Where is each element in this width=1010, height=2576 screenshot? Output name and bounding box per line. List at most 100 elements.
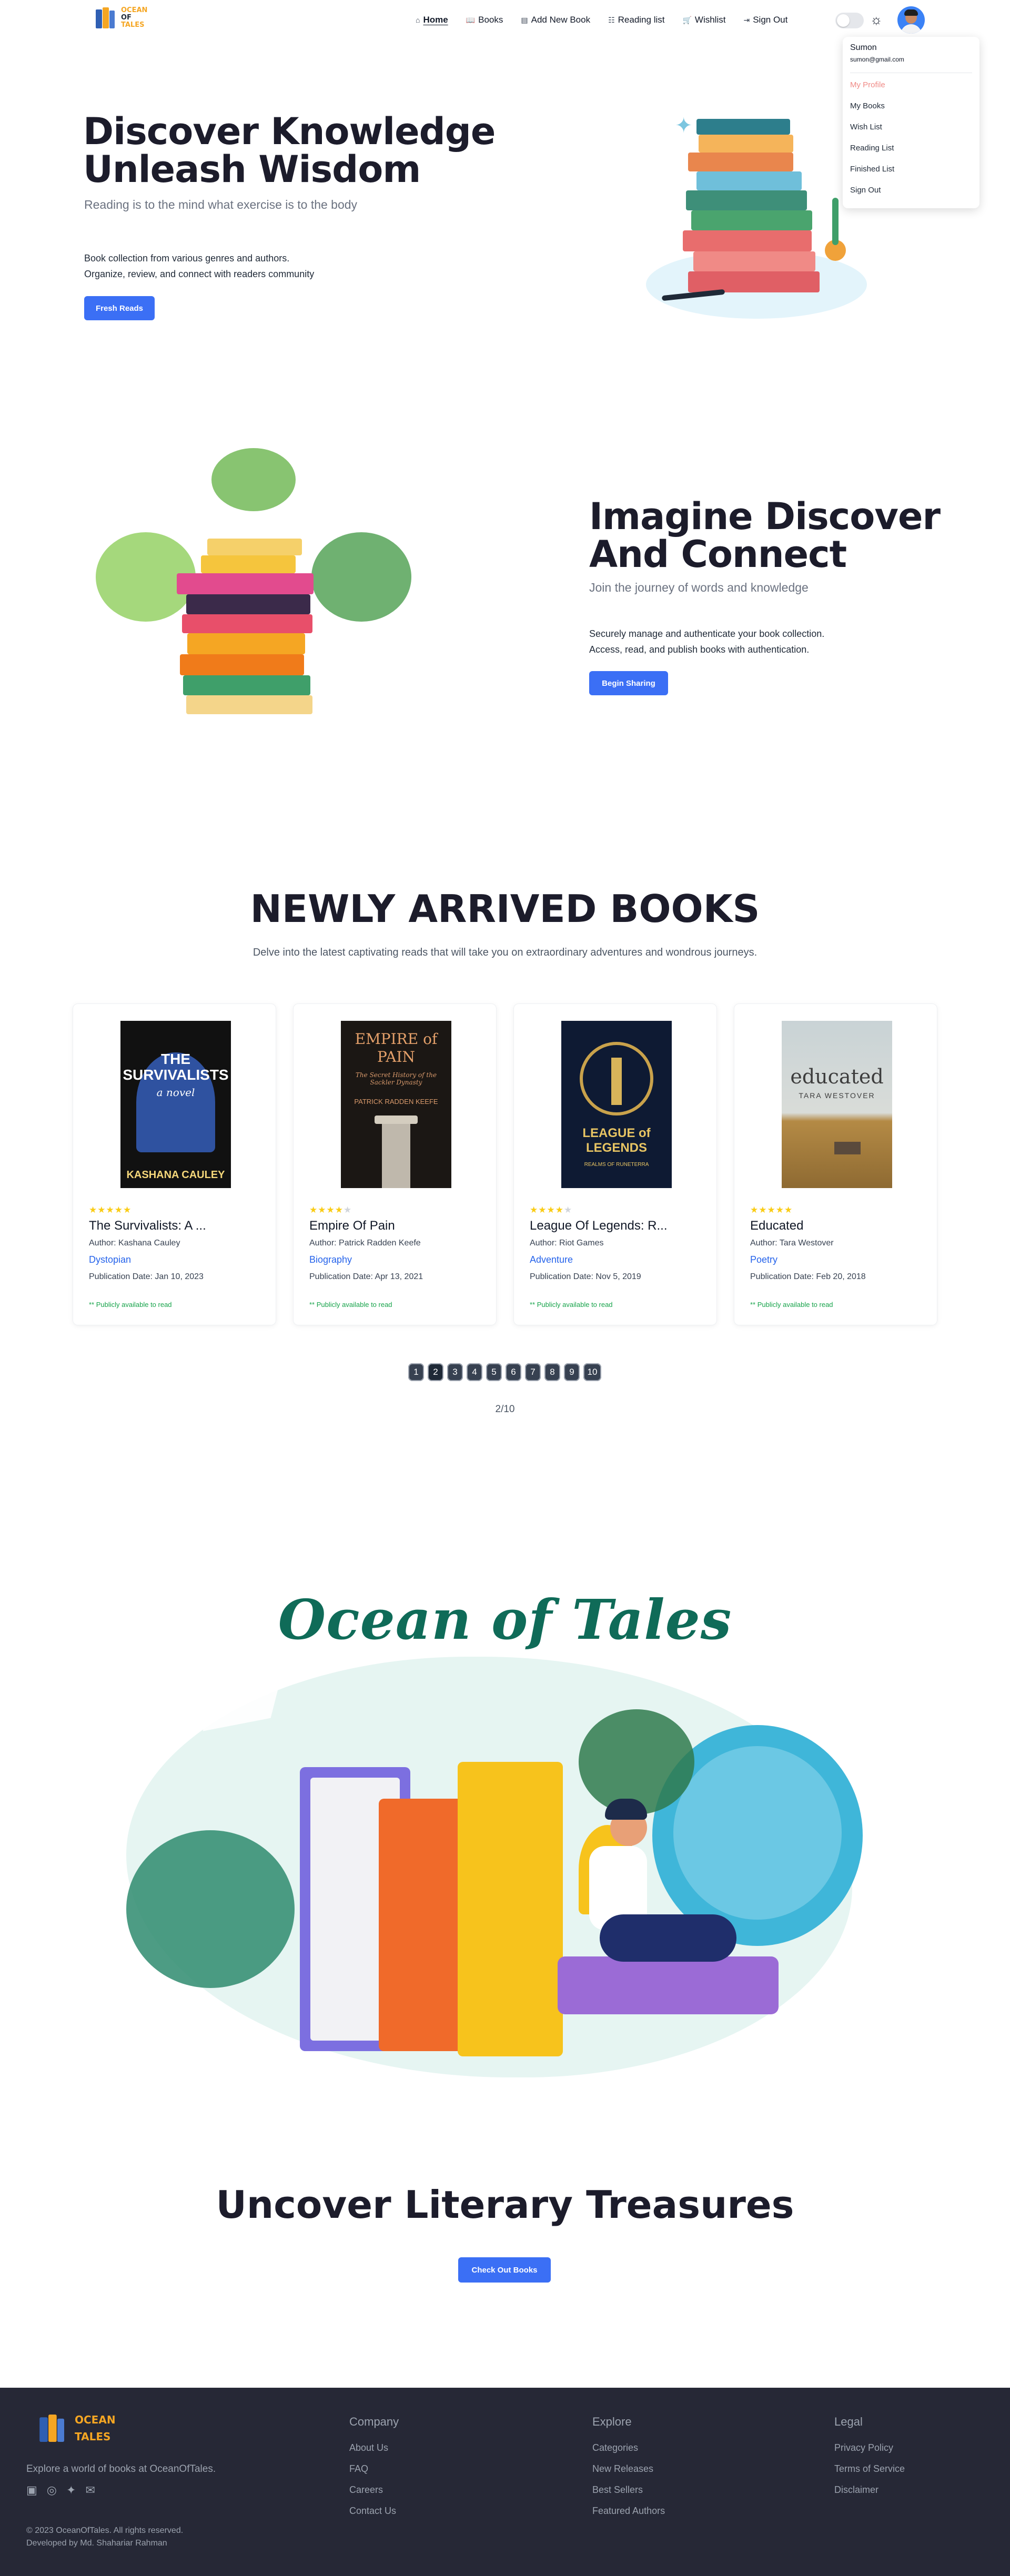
book-cover: LEAGUE of LEGENDS REALMS OF RUNETERRA [561, 1021, 672, 1188]
rating-stars: ★★★★★ [530, 1205, 573, 1215]
book-genre[interactable]: Poetry [750, 1254, 777, 1265]
twitter-icon[interactable]: ✦ [66, 2483, 76, 2497]
avatar[interactable] [897, 6, 925, 34]
rating-stars: ★★★★★ [750, 1205, 793, 1215]
page-button[interactable]: 5 [486, 1363, 502, 1381]
book-publication-date: Publication Date: Feb 20, 2018 [750, 1272, 866, 1281]
book-card-list: THE SURVIVALISTS a novel KASHANA CAULEY … [73, 1003, 937, 1325]
home-icon: ⌂ [416, 16, 420, 24]
page-button[interactable]: 1 [408, 1363, 424, 1381]
page-button[interactable]: 9 [564, 1363, 580, 1381]
nav-wishlist[interactable]: 🛒 Wishlist [682, 15, 725, 25]
menu-my-profile[interactable]: My Profile [850, 80, 972, 102]
hero1-description: Book collection from various genres and … [84, 253, 315, 279]
logo-books-icon [37, 2413, 68, 2443]
book-genre[interactable]: Dystopian [89, 1254, 131, 1265]
uncover-title: Uncover Literary Treasures [216, 2183, 794, 2227]
site-logo[interactable]: OCEAN OF TALES [94, 6, 147, 29]
book-card[interactable]: EMPIRE of PAIN The Secret History of the… [293, 1003, 497, 1325]
book-cover: educated TARA WESTOVER [782, 1021, 892, 1188]
facebook-icon[interactable]: ▣ [26, 2483, 37, 2497]
page-count: 2/10 [495, 1404, 515, 1415]
nav-home[interactable]: ⌂ Home [416, 15, 448, 25]
footer-link[interactable]: Privacy Policy [834, 2442, 905, 2463]
page-button[interactable]: 10 [583, 1363, 601, 1381]
book-publication-date: Publication Date: Nov 5, 2019 [530, 1272, 641, 1281]
page-button[interactable]: 8 [544, 1363, 560, 1381]
availability-note: ** Publicly available to read [309, 1301, 392, 1309]
begin-sharing-button[interactable]: Begin Sharing [589, 671, 668, 695]
sun-icon[interactable]: ☼ [870, 12, 883, 28]
nav-add-new-book[interactable]: ▤ Add New Book [521, 15, 590, 25]
page-button[interactable]: 3 [447, 1363, 463, 1381]
page-button[interactable]: 2 [428, 1363, 443, 1381]
logo-text: OCEAN OF TALES [121, 6, 148, 29]
nav-links: ⌂ Home 📖 Books ▤ Add New Book ☷ Reading list… [416, 15, 787, 25]
footer-link[interactable]: Careers [349, 2484, 399, 2506]
footer-logo[interactable]: OCEAN TALES [37, 2414, 116, 2442]
book-title: League Of Legends: R... [530, 1219, 668, 1233]
book-title: The Survivalists: A ... [89, 1219, 206, 1233]
sign-out-icon: ⇥ [743, 15, 750, 24]
book-icon: 📖 [466, 15, 476, 24]
hero1-title: Discover Knowledge Unleash Wisdom [83, 110, 496, 191]
book-author: Author: Riot Games [530, 1239, 604, 1248]
footer-link[interactable]: Terms of Service [834, 2463, 905, 2484]
book-genre[interactable]: Biography [309, 1254, 352, 1265]
add-book-icon: ▤ [521, 15, 528, 24]
page-button[interactable]: 4 [467, 1363, 482, 1381]
footer-link[interactable]: Disclaimer [834, 2484, 905, 2506]
nav-sign-out[interactable]: ⇥ Sign Out [743, 15, 787, 25]
footer-link[interactable]: Best Sellers [592, 2484, 665, 2506]
navbar: OCEAN OF TALES ⌂ Home 📖 Books ▤ Add New Boo… [0, 0, 1010, 40]
wishlist-icon: 🛒 [682, 15, 692, 24]
book-genre[interactable]: Adventure [530, 1254, 573, 1265]
footer-copyright: © 2023 OceanOfTales. All rights reserved… [26, 2526, 184, 2548]
footer-tagline: Explore a world of books at OceanOfTales… [26, 2463, 216, 2474]
user-email: sumon@gmail.com [850, 56, 972, 73]
book-cover: THE SURVIVALISTS a novel KASHANA CAULEY [120, 1021, 231, 1188]
nav-reading-list[interactable]: ☷ Reading list [608, 15, 664, 25]
hero2-title: Imagine Discover And Connect [589, 495, 941, 576]
pagination: 1 2 3 4 5 6 7 8 9 10 [408, 1363, 601, 1381]
availability-note: ** Publicly available to read [750, 1301, 833, 1309]
book-publication-date: Publication Date: Jan 10, 2023 [89, 1272, 204, 1281]
footer-link[interactable]: FAQ [349, 2463, 399, 2484]
book-card[interactable]: THE SURVIVALISTS a novel KASHANA CAULEY … [73, 1003, 276, 1325]
hero2-subtitle: Join the journey of words and knowledge [589, 581, 809, 594]
book-author: Author: Kashana Cauley [89, 1239, 180, 1248]
book-tower-illustration [90, 448, 417, 732]
footer-col-explore: Explore Categories New Releases Best Sel… [592, 2415, 665, 2527]
book-publication-date: Publication Date: Apr 13, 2021 [309, 1272, 423, 1281]
newly-arrived-subtitle: Delve into the latest captivating reads … [252, 947, 758, 958]
footer-link[interactable]: New Releases [592, 2463, 665, 2484]
book-cover: EMPIRE of PAIN The Secret History of the… [341, 1021, 451, 1188]
check-out-books-button[interactable]: Check Out Books [458, 2257, 551, 2283]
rating-stars: ★★★★★ [89, 1205, 132, 1215]
email-icon[interactable]: ✉ [85, 2483, 95, 2497]
nav-books[interactable]: 📖 Books [466, 15, 503, 25]
instagram-icon[interactable]: ◎ [47, 2483, 57, 2497]
footer: OCEAN TALES Explore a world of books at … [0, 2388, 1010, 2576]
footer-link[interactable]: Contact Us [349, 2506, 399, 2527]
footer-link[interactable]: About Us [349, 2442, 399, 2463]
reading-illustration [105, 1641, 905, 2114]
page-button[interactable]: 6 [506, 1363, 521, 1381]
book-title: Educated [750, 1219, 804, 1233]
book-title: Empire Of Pain [309, 1219, 395, 1233]
hero1-subtitle: Reading is to the mind what exercise is … [84, 198, 358, 211]
theme-toggle[interactable] [835, 13, 864, 28]
user-name: Sumon [850, 43, 877, 52]
footer-logo-text: OCEAN TALES [75, 2413, 116, 2443]
footer-link[interactable]: Categories [592, 2442, 665, 2463]
footer-link[interactable]: Featured Authors [592, 2506, 665, 2527]
newly-arrived-title: NEWLY ARRIVED BOOKS [250, 887, 760, 931]
footer-col-legal: Legal Privacy Policy Terms of Service Di… [834, 2415, 905, 2506]
book-author: Author: Patrick Radden Keefe [309, 1239, 421, 1248]
availability-note: ** Publicly available to read [530, 1301, 613, 1309]
footer-col-company: Company About Us FAQ Careers Contact Us [349, 2415, 399, 2527]
book-card[interactable]: LEAGUE of LEGENDS REALMS OF RUNETERRA ★★… [513, 1003, 717, 1325]
fresh-reads-button[interactable]: Fresh Reads [84, 296, 155, 320]
page-button[interactable]: 7 [525, 1363, 541, 1381]
book-card[interactable]: educated TARA WESTOVER ★★★★★ Educated Au… [734, 1003, 937, 1325]
